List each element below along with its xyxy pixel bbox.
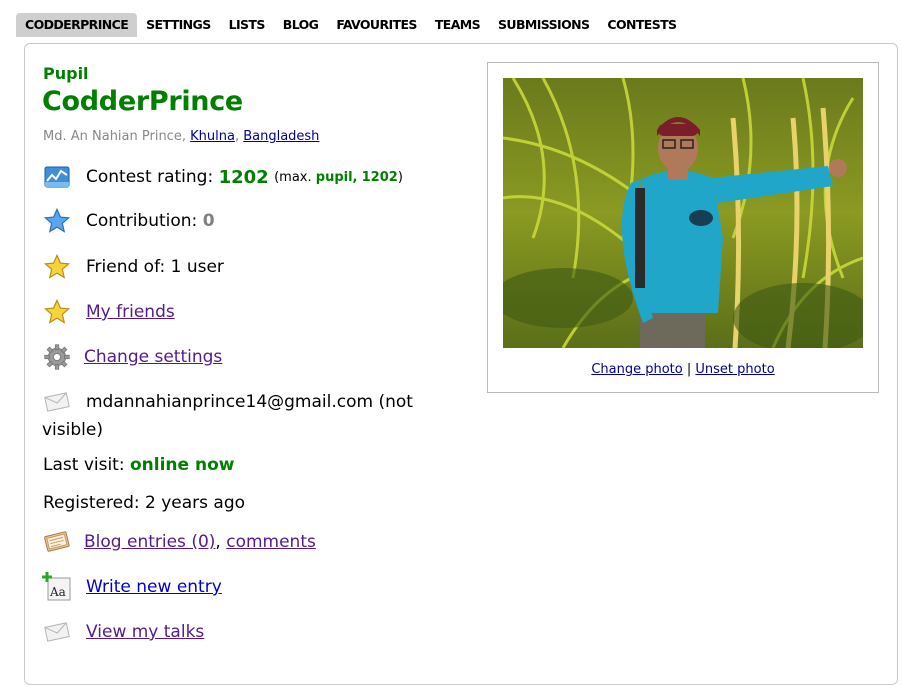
- full-name: Md. An Nahian Prince: [43, 129, 182, 144]
- envelope-icon: [42, 387, 72, 417]
- contribution-row: Contribution: 0: [42, 206, 215, 236]
- svg-text:Aa: Aa: [49, 585, 66, 599]
- gold-star-icon: [42, 297, 72, 327]
- contribution-value: 0: [202, 211, 215, 231]
- photo-links: Change photo | Unset photo: [488, 362, 878, 377]
- photo-link-separator: |: [686, 362, 692, 377]
- blog-entries-link[interactable]: Blog entries (0): [84, 532, 215, 552]
- contribution-label: Contribution:: [86, 211, 198, 231]
- rating-row: Contest rating: 1202 (max. pupil, 1202): [42, 162, 403, 192]
- last-visit-value: online now: [129, 455, 235, 475]
- nav-profile[interactable]: CODDERPRINCE: [16, 13, 138, 37]
- max-rating: (max. pupil, 1202): [274, 169, 403, 185]
- email-text: mdannahianprince14@gmail.com (not visibl…: [42, 392, 413, 440]
- rating-label: Contest rating:: [86, 167, 214, 187]
- gear-icon: [42, 342, 72, 372]
- talks-row: View my talks: [42, 617, 204, 647]
- rating-value: 1202: [218, 166, 269, 188]
- nav-settings[interactable]: SETTINGS: [137, 13, 219, 37]
- view-my-talks-link[interactable]: View my talks: [86, 622, 204, 642]
- blog-book-icon: [42, 527, 72, 557]
- email-row: mdannahianprince14@gmail.com (not visibl…: [42, 387, 442, 444]
- user-rank: Pupil: [43, 64, 89, 83]
- last-visit-row: Last visit: online now: [43, 455, 234, 475]
- blog-row: Blog entries (0), comments: [42, 527, 316, 557]
- nav-lists[interactable]: LISTS: [220, 13, 274, 37]
- blue-star-icon: [42, 206, 72, 236]
- user-name-location: Md. An Nahian Prince, Khulna, Bangladesh: [43, 129, 320, 144]
- registered-row: Registered: 2 years ago: [43, 493, 246, 513]
- comments-link[interactable]: comments: [226, 532, 316, 552]
- rating-graph-icon: [42, 162, 72, 192]
- change-settings-row: Change settings: [42, 342, 222, 372]
- my-friends-row: My friends: [42, 297, 175, 327]
- friend-of-row: Friend of: 1 user: [42, 252, 224, 282]
- nav-blog[interactable]: BLOG: [274, 13, 328, 37]
- nav-favourites[interactable]: FAVOURITES: [327, 13, 426, 37]
- nav-contests[interactable]: CONTESTS: [598, 13, 685, 37]
- change-photo-link[interactable]: Change photo: [591, 362, 682, 377]
- unset-photo-link[interactable]: Unset photo: [695, 362, 774, 377]
- nav-submissions[interactable]: SUBMISSIONS: [489, 13, 598, 37]
- user-handle: CodderPrince: [42, 86, 243, 117]
- nav-teams[interactable]: TEAMS: [426, 13, 489, 37]
- my-friends-link[interactable]: My friends: [86, 302, 175, 322]
- write-entry-row: Aa Write new entry: [42, 572, 222, 602]
- profile-photo: [503, 78, 863, 348]
- envelope-icon: [42, 617, 72, 647]
- gold-star-icon: [42, 252, 72, 282]
- friend-of-text: Friend of: 1 user: [86, 257, 224, 277]
- city-link[interactable]: Khulna: [190, 129, 235, 144]
- change-settings-link[interactable]: Change settings: [84, 347, 222, 367]
- last-visit-label: Last visit:: [43, 455, 125, 475]
- write-new-entry-link[interactable]: Write new entry: [86, 577, 222, 597]
- country-link[interactable]: Bangladesh: [243, 129, 319, 144]
- profile-photo-box: Change photo | Unset photo: [487, 62, 879, 393]
- write-entry-icon: Aa: [42, 572, 72, 602]
- top-nav: CODDERPRINCE SETTINGS LISTS BLOG FAVOURI…: [16, 13, 685, 37]
